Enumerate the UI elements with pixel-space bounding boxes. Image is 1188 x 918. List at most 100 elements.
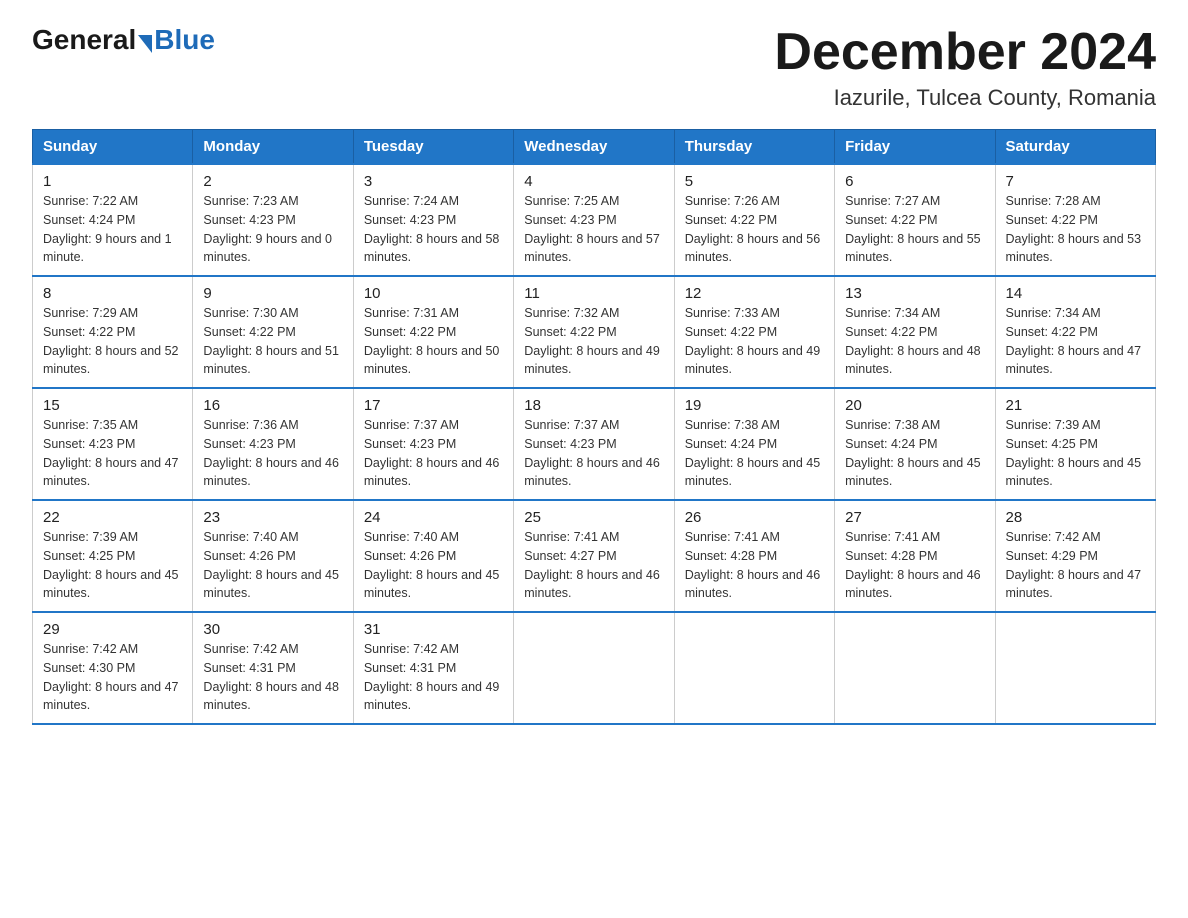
day-number: 29 xyxy=(43,621,182,638)
day-number: 14 xyxy=(1006,285,1145,302)
calendar-cell: 2 Sunrise: 7:23 AMSunset: 4:23 PMDaylight… xyxy=(193,164,353,276)
calendar-cell: 22Sunrise: 7:39 AMSunset: 4:25 PMDayligh… xyxy=(33,500,193,612)
day-number: 24 xyxy=(364,509,503,526)
calendar-cell: 14 Sunrise: 7:34 AMSunset: 4:22 PMDayligh… xyxy=(995,276,1155,388)
day-number: 17 xyxy=(364,397,503,414)
day-info: Sunrise: 7:38 AMSunset: 4:24 PMDaylight:… xyxy=(685,416,824,491)
day-number: 16 xyxy=(203,397,342,414)
day-number: 26 xyxy=(685,509,824,526)
day-number: 7 xyxy=(1006,173,1145,190)
day-number: 15 xyxy=(43,397,182,414)
day-number: 25 xyxy=(524,509,663,526)
calendar-header-row: SundayMondayTuesdayWednesdayThursdayFrid… xyxy=(33,130,1156,165)
calendar-week-row: 1Sunrise: 7:22 AMSunset: 4:24 PMDaylight… xyxy=(33,164,1156,276)
day-number: 5 xyxy=(685,173,824,190)
day-number: 12 xyxy=(685,285,824,302)
day-number: 6 xyxy=(845,173,984,190)
calendar-cell: 13Sunrise: 7:34 AMSunset: 4:22 PMDayligh… xyxy=(835,276,995,388)
day-info: Sunrise: 7:39 AMSunset: 4:25 PMDaylight:… xyxy=(1006,416,1145,491)
calendar-cell: 16 Sunrise: 7:36 AMSunset: 4:23 PMDayligh… xyxy=(193,388,353,500)
logo: General Blue xyxy=(32,24,215,56)
day-info: Sunrise: 7:37 AMSunset: 4:23 PMDaylight:… xyxy=(364,416,503,491)
calendar-week-row: 15 Sunrise: 7:35 AMSunset: 4:23 PMDayligh… xyxy=(33,388,1156,500)
calendar-cell: 21 Sunrise: 7:39 AMSunset: 4:25 PMDayligh… xyxy=(995,388,1155,500)
day-info: Sunrise: 7:24 AMSunset: 4:23 PMDaylight:… xyxy=(364,192,503,267)
day-info: Sunrise: 7:25 AMSunset: 4:23 PMDaylight:… xyxy=(524,192,663,267)
calendar-cell: 27Sunrise: 7:41 AMSunset: 4:28 PMDayligh… xyxy=(835,500,995,612)
logo-general-text: General xyxy=(32,24,136,56)
day-number: 18 xyxy=(524,397,663,414)
day-info: Sunrise: 7:42 AMSunset: 4:31 PMDaylight:… xyxy=(364,640,503,715)
calendar-cell: 6 Sunrise: 7:27 AMSunset: 4:22 PMDaylight… xyxy=(835,164,995,276)
day-info: Sunrise: 7:40 AMSunset: 4:26 PMDaylight:… xyxy=(364,528,503,603)
calendar-cell xyxy=(514,612,674,724)
calendar-cell xyxy=(674,612,834,724)
location-subtitle: Iazurile, Tulcea County, Romania xyxy=(774,85,1156,111)
calendar-cell: 7Sunrise: 7:28 AMSunset: 4:22 PMDaylight… xyxy=(995,164,1155,276)
day-info: Sunrise: 7:42 AMSunset: 4:31 PMDaylight:… xyxy=(203,640,342,715)
day-info: Sunrise: 7:34 AMSunset: 4:22 PMDaylight:… xyxy=(845,304,984,379)
day-info: Sunrise: 7:35 AMSunset: 4:23 PMDaylight:… xyxy=(43,416,182,491)
calendar-week-row: 29 Sunrise: 7:42 AMSunset: 4:30 PMDayligh… xyxy=(33,612,1156,724)
calendar-cell: 29 Sunrise: 7:42 AMSunset: 4:30 PMDayligh… xyxy=(33,612,193,724)
calendar-cell: 17 Sunrise: 7:37 AMSunset: 4:23 PMDayligh… xyxy=(353,388,513,500)
calendar-cell xyxy=(995,612,1155,724)
logo-arrow-icon xyxy=(138,35,152,53)
day-number: 3 xyxy=(364,173,503,190)
day-number: 28 xyxy=(1006,509,1145,526)
calendar-cell: 9 Sunrise: 7:30 AMSunset: 4:22 PMDaylight… xyxy=(193,276,353,388)
calendar-table: SundayMondayTuesdayWednesdayThursdayFrid… xyxy=(32,129,1156,725)
day-info: Sunrise: 7:37 AMSunset: 4:23 PMDaylight:… xyxy=(524,416,663,491)
col-header-tuesday: Tuesday xyxy=(353,130,513,165)
col-header-friday: Friday xyxy=(835,130,995,165)
day-number: 2 xyxy=(203,173,342,190)
day-info: Sunrise: 7:31 AMSunset: 4:22 PMDaylight:… xyxy=(364,304,503,379)
calendar-cell: 24 Sunrise: 7:40 AMSunset: 4:26 PMDayligh… xyxy=(353,500,513,612)
calendar-week-row: 8Sunrise: 7:29 AMSunset: 4:22 PMDaylight… xyxy=(33,276,1156,388)
day-number: 4 xyxy=(524,173,663,190)
calendar-cell: 11Sunrise: 7:32 AMSunset: 4:22 PMDayligh… xyxy=(514,276,674,388)
calendar-cell: 12 Sunrise: 7:33 AMSunset: 4:22 PMDayligh… xyxy=(674,276,834,388)
month-year-title: December 2024 xyxy=(774,24,1156,81)
day-info: Sunrise: 7:27 AMSunset: 4:22 PMDaylight:… xyxy=(845,192,984,267)
calendar-cell: 8Sunrise: 7:29 AMSunset: 4:22 PMDaylight… xyxy=(33,276,193,388)
calendar-cell xyxy=(835,612,995,724)
calendar-week-row: 22Sunrise: 7:39 AMSunset: 4:25 PMDayligh… xyxy=(33,500,1156,612)
calendar-cell: 28 Sunrise: 7:42 AMSunset: 4:29 PMDayligh… xyxy=(995,500,1155,612)
day-info: Sunrise: 7:32 AMSunset: 4:22 PMDaylight:… xyxy=(524,304,663,379)
day-info: Sunrise: 7:42 AMSunset: 4:29 PMDaylight:… xyxy=(1006,528,1145,603)
day-number: 21 xyxy=(1006,397,1145,414)
day-number: 22 xyxy=(43,509,182,526)
day-info: Sunrise: 7:40 AMSunset: 4:26 PMDaylight:… xyxy=(203,528,342,603)
calendar-cell: 1Sunrise: 7:22 AMSunset: 4:24 PMDaylight… xyxy=(33,164,193,276)
calendar-cell: 31Sunrise: 7:42 AMSunset: 4:31 PMDayligh… xyxy=(353,612,513,724)
day-number: 9 xyxy=(203,285,342,302)
day-info: Sunrise: 7:30 AMSunset: 4:22 PMDaylight:… xyxy=(203,304,342,379)
day-number: 10 xyxy=(364,285,503,302)
day-info: Sunrise: 7:38 AMSunset: 4:24 PMDaylight:… xyxy=(845,416,984,491)
day-info: Sunrise: 7:41 AMSunset: 4:28 PMDaylight:… xyxy=(685,528,824,603)
page-header: General Blue December 2024 Iazurile, Tul… xyxy=(32,24,1156,111)
day-number: 23 xyxy=(203,509,342,526)
calendar-cell: 26 Sunrise: 7:41 AMSunset: 4:28 PMDayligh… xyxy=(674,500,834,612)
day-info: Sunrise: 7:34 AMSunset: 4:22 PMDaylight:… xyxy=(1006,304,1145,379)
day-number: 30 xyxy=(203,621,342,638)
calendar-cell: 18 Sunrise: 7:37 AMSunset: 4:23 PMDayligh… xyxy=(514,388,674,500)
calendar-cell: 5Sunrise: 7:26 AMSunset: 4:22 PMDaylight… xyxy=(674,164,834,276)
day-info: Sunrise: 7:33 AMSunset: 4:22 PMDaylight:… xyxy=(685,304,824,379)
day-number: 19 xyxy=(685,397,824,414)
day-info: Sunrise: 7:23 AMSunset: 4:23 PMDaylight:… xyxy=(203,192,342,267)
title-block: December 2024 Iazurile, Tulcea County, R… xyxy=(774,24,1156,111)
calendar-cell: 3 Sunrise: 7:24 AMSunset: 4:23 PMDaylight… xyxy=(353,164,513,276)
day-info: Sunrise: 7:41 AMSunset: 4:28 PMDaylight:… xyxy=(845,528,984,603)
calendar-cell: 15 Sunrise: 7:35 AMSunset: 4:23 PMDayligh… xyxy=(33,388,193,500)
col-header-sunday: Sunday xyxy=(33,130,193,165)
day-number: 20 xyxy=(845,397,984,414)
day-info: Sunrise: 7:29 AMSunset: 4:22 PMDaylight:… xyxy=(43,304,182,379)
day-info: Sunrise: 7:36 AMSunset: 4:23 PMDaylight:… xyxy=(203,416,342,491)
calendar-cell: 20 Sunrise: 7:38 AMSunset: 4:24 PMDayligh… xyxy=(835,388,995,500)
day-info: Sunrise: 7:41 AMSunset: 4:27 PMDaylight:… xyxy=(524,528,663,603)
day-info: Sunrise: 7:42 AMSunset: 4:30 PMDaylight:… xyxy=(43,640,182,715)
calendar-cell: 4 Sunrise: 7:25 AMSunset: 4:23 PMDaylight… xyxy=(514,164,674,276)
day-number: 1 xyxy=(43,173,182,190)
